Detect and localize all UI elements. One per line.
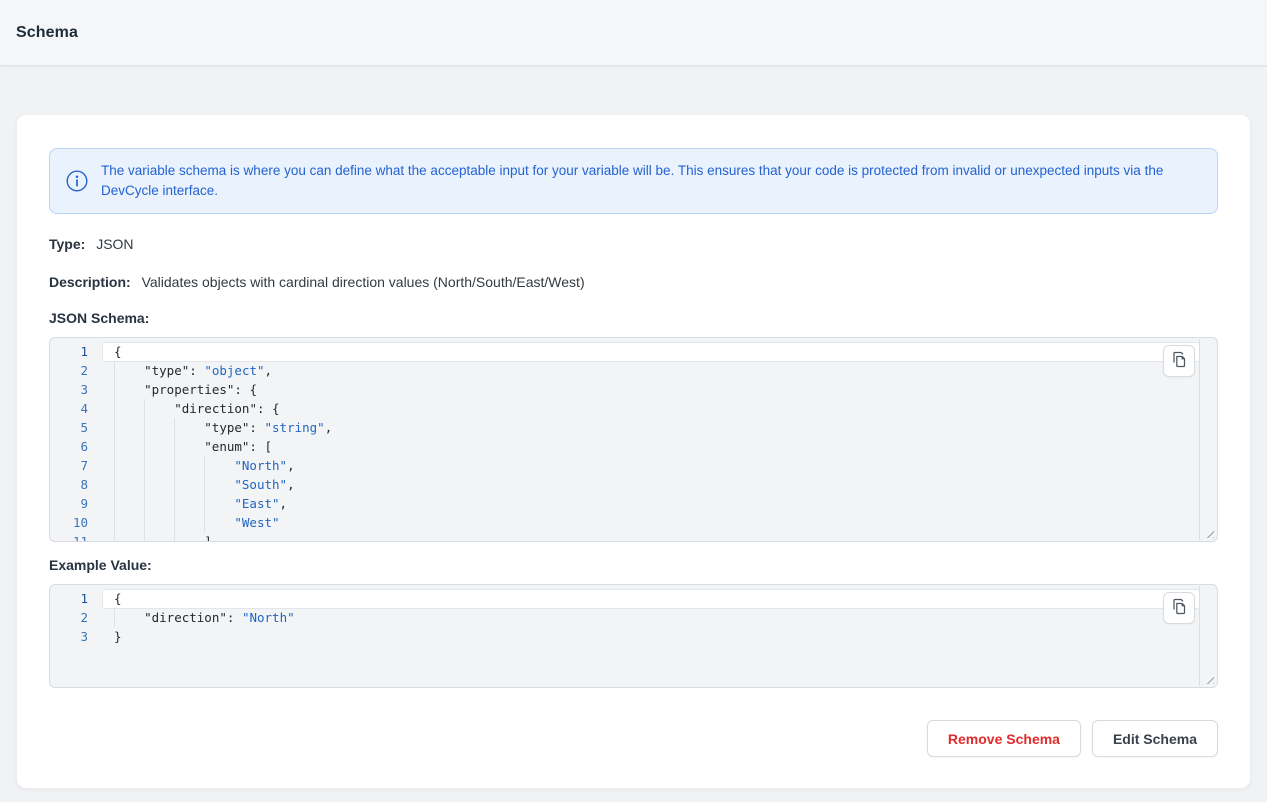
page-title: Schema	[16, 24, 78, 42]
schema-card: The variable schema is where you can def…	[16, 114, 1251, 789]
scrollbar-track[interactable]	[1199, 339, 1200, 540]
code-line: 11]	[50, 532, 1217, 542]
description-label: Description:	[49, 274, 131, 290]
code-line: 2"direction": "North"	[50, 608, 1217, 627]
copy-button[interactable]	[1163, 345, 1195, 377]
copy-button[interactable]	[1163, 592, 1195, 624]
description-field: Description: Validates objects with card…	[49, 272, 1218, 293]
info-icon	[66, 170, 88, 192]
line-number: 6	[50, 437, 88, 456]
code-line: 4"direction": {	[50, 399, 1217, 418]
line-number: 2	[50, 608, 88, 627]
code-line: 5"type": "string",	[50, 418, 1217, 437]
description-value: Validates objects with cardinal directio…	[142, 274, 585, 290]
code-line: 6"enum": [	[50, 437, 1217, 456]
code-line: 8"South",	[50, 475, 1217, 494]
type-label: Type:	[49, 236, 85, 252]
line-number: 9	[50, 494, 88, 513]
example-value-editor[interactable]: 1{2"direction": "North"3}	[49, 584, 1218, 688]
code-lines: 1{2"direction": "North"3}	[50, 585, 1217, 646]
code-line: 1{	[50, 589, 1217, 608]
json-schema-label: JSON Schema:	[49, 310, 149, 326]
example-value-label: Example Value:	[49, 557, 152, 573]
alert-text: The variable schema is where you can def…	[101, 161, 1163, 201]
line-number: 2	[50, 361, 88, 380]
line-number: 5	[50, 418, 88, 437]
copy-icon	[1171, 351, 1188, 371]
line-number: 8	[50, 475, 88, 494]
line-number: 1	[50, 342, 88, 361]
code-line: 9"East",	[50, 494, 1217, 513]
resize-grip[interactable]	[1203, 673, 1214, 684]
code-line: 2"type": "object",	[50, 361, 1217, 380]
type-value: JSON	[96, 236, 133, 252]
action-buttons: Remove Schema Edit Schema	[49, 720, 1218, 757]
copy-icon	[1171, 598, 1188, 618]
code-line: 7"North",	[50, 456, 1217, 475]
remove-schema-button[interactable]: Remove Schema	[927, 720, 1081, 757]
code-line: 1{	[50, 342, 1217, 361]
code-lines: 1{2"type": "object",3"properties": {4"di…	[50, 338, 1217, 542]
code-line: 10"West"	[50, 513, 1217, 532]
line-number: 1	[50, 589, 88, 608]
code-line: 3}	[50, 627, 1217, 646]
line-number: 7	[50, 456, 88, 475]
code-line: 3"properties": {	[50, 380, 1217, 399]
line-number: 10	[50, 513, 88, 532]
line-number: 4	[50, 399, 88, 418]
edit-schema-button[interactable]: Edit Schema	[1092, 720, 1218, 757]
page-header: Schema	[0, 0, 1267, 66]
type-field: Type: JSON	[49, 234, 1218, 255]
json-schema-editor[interactable]: 1{2"type": "object",3"properties": {4"di…	[49, 337, 1218, 542]
scrollbar-track[interactable]	[1199, 586, 1200, 686]
line-number: 3	[50, 380, 88, 399]
info-alert: The variable schema is where you can def…	[49, 148, 1218, 214]
line-number: 11	[50, 532, 88, 542]
line-number: 3	[50, 627, 88, 646]
